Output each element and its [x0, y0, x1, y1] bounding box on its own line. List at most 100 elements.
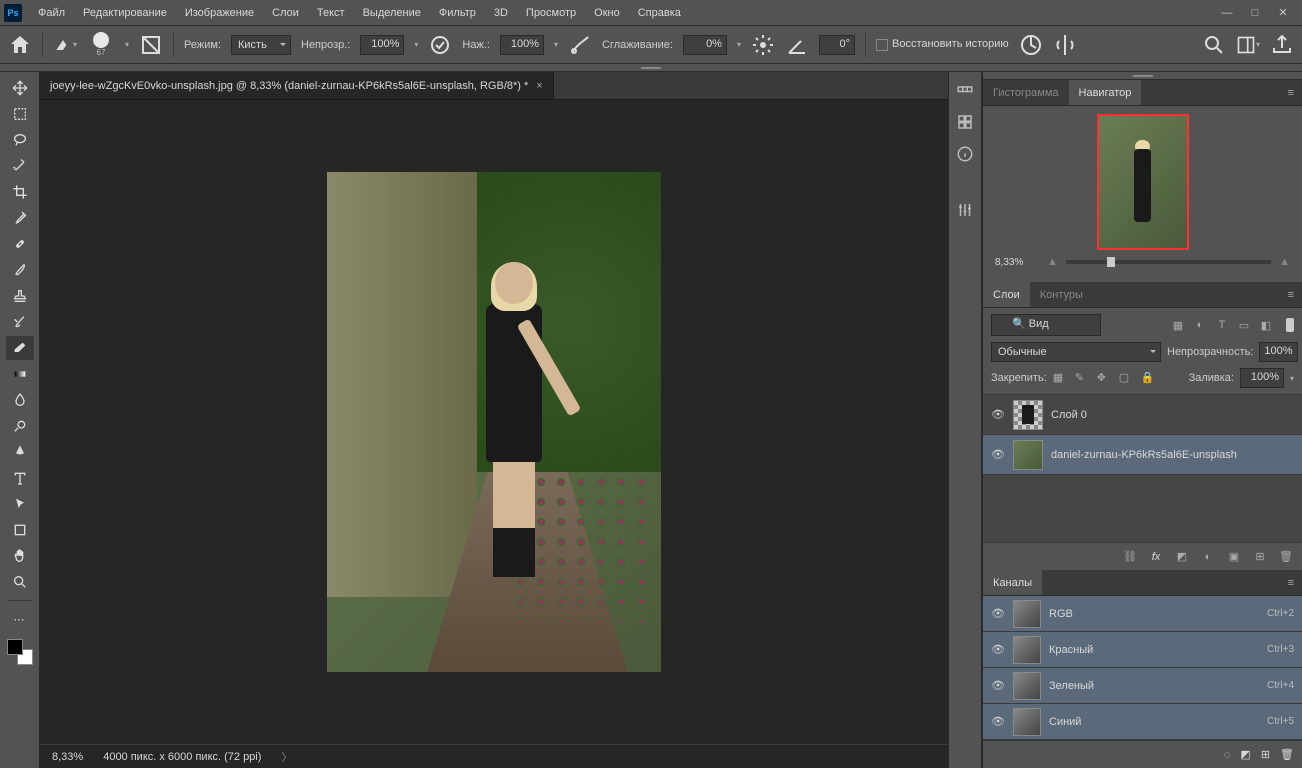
new-channel-icon[interactable]: ⊞ — [1261, 748, 1270, 761]
tab-navigator[interactable]: Навигатор — [1069, 80, 1142, 105]
menu-edit[interactable]: Редактирование — [75, 3, 175, 23]
healing-tool[interactable] — [6, 232, 34, 256]
stamp-tool[interactable] — [6, 284, 34, 308]
menu-text[interactable]: Текст — [309, 3, 353, 23]
menu-file[interactable]: Файл — [30, 3, 73, 23]
pressure-opacity-icon[interactable] — [428, 33, 452, 57]
lock-artboard-icon[interactable]: ▢ — [1119, 371, 1133, 385]
lock-transparent-icon[interactable]: ▦ — [1053, 371, 1067, 385]
color-panel-icon[interactable] — [955, 80, 975, 100]
angle-input[interactable]: 0° — [819, 35, 855, 55]
navigator-preview[interactable] — [1097, 114, 1189, 250]
hand-tool[interactable] — [6, 544, 34, 568]
expand-handle-right[interactable] — [983, 72, 1302, 80]
foreground-color[interactable] — [7, 639, 23, 655]
home-icon[interactable] — [8, 33, 32, 57]
close-button[interactable]: ✕ — [1276, 6, 1290, 20]
delete-layer-icon[interactable]: 🗑 — [1278, 549, 1294, 565]
eraser-tool[interactable] — [6, 336, 34, 360]
layer-filter-dropdown[interactable]: 🔍 Вид — [991, 314, 1101, 336]
channel-row[interactable]: 👁 Зеленый Ctrl+4 — [983, 668, 1302, 704]
visibility-icon[interactable]: 👁 — [991, 715, 1005, 729]
menu-view[interactable]: Просмотр — [518, 3, 584, 23]
menu-filter[interactable]: Фильтр — [431, 3, 484, 23]
zoom-out-icon[interactable]: ▲ — [1047, 256, 1058, 268]
status-zoom[interactable]: 8,33% — [52, 751, 83, 763]
menu-layers[interactable]: Слои — [264, 3, 307, 23]
load-selection-icon[interactable]: ◌ — [1224, 749, 1231, 761]
move-tool[interactable] — [6, 76, 34, 100]
crop-tool[interactable] — [6, 180, 34, 204]
search-icon[interactable] — [1202, 33, 1226, 57]
fill-input[interactable]: 100% — [1240, 368, 1284, 388]
document-tab[interactable]: joeyy-lee-wZgcKvE0vko-unsplash.jpg @ 8,3… — [40, 72, 554, 99]
info-panel-icon[interactable] — [955, 144, 975, 164]
filter-pixel-icon[interactable]: ▦ — [1170, 317, 1186, 333]
channels-menu-icon[interactable]: ≡ — [1280, 577, 1302, 589]
filter-adjustment-icon[interactable]: ◐ — [1192, 317, 1208, 333]
lock-paint-icon[interactable]: ✎ — [1075, 371, 1089, 385]
layer-opacity-input[interactable]: 100% — [1259, 342, 1297, 362]
color-swatches[interactable] — [7, 639, 33, 665]
tab-paths[interactable]: Контуры — [1030, 282, 1093, 307]
menu-3d[interactable]: 3D — [486, 3, 516, 23]
layer-row[interactable]: 👁 daniel-zurnau-KP6kRs5al6E-unsplash — [983, 435, 1302, 475]
navigator-zoom-slider[interactable] — [1066, 260, 1271, 264]
tab-histogram[interactable]: Гистограмма — [983, 80, 1069, 105]
minimize-button[interactable]: — — [1220, 6, 1234, 20]
symmetry-icon[interactable] — [1053, 33, 1077, 57]
filter-type-icon[interactable]: T — [1214, 317, 1230, 333]
restore-history-checkbox[interactable]: Восстановить историю — [876, 38, 1009, 50]
zoom-tool[interactable] — [6, 570, 34, 594]
visibility-icon[interactable]: 👁 — [991, 679, 1005, 693]
flow-input[interactable]: 100% — [500, 35, 544, 55]
visibility-icon[interactable]: 👁 — [991, 607, 1005, 621]
save-selection-icon[interactable]: ◩ — [1240, 748, 1250, 761]
workspace-icon[interactable]: ▾ — [1236, 33, 1260, 57]
lasso-tool[interactable] — [6, 128, 34, 152]
tab-layers[interactable]: Слои — [983, 282, 1030, 307]
dodge-tool[interactable] — [6, 414, 34, 438]
layer-style-icon[interactable]: fx — [1148, 549, 1164, 565]
layer-mask-icon[interactable]: ◩ — [1174, 549, 1190, 565]
tab-channels[interactable]: Каналы — [983, 570, 1042, 595]
link-layers-icon[interactable]: ⛓ — [1122, 549, 1138, 565]
zoom-in-icon[interactable]: ▲ — [1279, 256, 1290, 268]
layer-group-icon[interactable]: ▣ — [1226, 549, 1242, 565]
maximize-button[interactable]: □ — [1248, 6, 1262, 20]
blur-tool[interactable] — [6, 388, 34, 412]
navigator-zoom-value[interactable]: 8,33% — [995, 257, 1039, 268]
path-select-tool[interactable] — [6, 492, 34, 516]
brush-settings-icon[interactable] — [139, 33, 163, 57]
airbrush-icon[interactable] — [568, 33, 592, 57]
type-tool[interactable] — [6, 466, 34, 490]
brush-preview[interactable]: 67 — [87, 31, 115, 59]
history-brush-tool[interactable] — [6, 310, 34, 334]
status-dimensions[interactable]: 4000 пикс. x 6000 пикс. (72 ppi) — [103, 751, 261, 763]
share-icon[interactable] — [1270, 33, 1294, 57]
visibility-icon[interactable]: 👁 — [991, 448, 1005, 462]
shape-tool[interactable] — [6, 518, 34, 542]
channel-row[interactable]: 👁 Красный Ctrl+3 — [983, 632, 1302, 668]
menu-select[interactable]: Выделение — [355, 3, 429, 23]
menu-help[interactable]: Справка — [630, 3, 689, 23]
tablet-pressure-icon[interactable] — [1019, 33, 1043, 57]
marquee-tool[interactable] — [6, 102, 34, 126]
brush-picker-arrow[interactable]: ▾ — [125, 40, 129, 49]
filter-toggle[interactable] — [1286, 318, 1294, 332]
brush-tool[interactable] — [6, 258, 34, 282]
lock-position-icon[interactable]: ✥ — [1097, 371, 1111, 385]
navigator-menu-icon[interactable]: ≡ — [1280, 87, 1302, 99]
canvas[interactable] — [40, 100, 948, 744]
mode-dropdown[interactable]: Кисть — [231, 35, 291, 55]
menu-image[interactable]: Изображение — [177, 3, 262, 23]
close-tab-icon[interactable]: × — [536, 80, 542, 92]
smoothing-input[interactable]: 0% — [683, 35, 727, 55]
channel-row[interactable]: 👁 RGB Ctrl+2 — [983, 596, 1302, 632]
new-layer-icon[interactable]: ⊞ — [1252, 549, 1268, 565]
visibility-icon[interactable]: 👁 — [991, 408, 1005, 422]
channel-row[interactable]: 👁 Синий Ctrl+5 — [983, 704, 1302, 740]
menu-window[interactable]: Окно — [586, 3, 628, 23]
gradient-tool[interactable] — [6, 362, 34, 386]
filter-shape-icon[interactable]: ▭ — [1236, 317, 1252, 333]
